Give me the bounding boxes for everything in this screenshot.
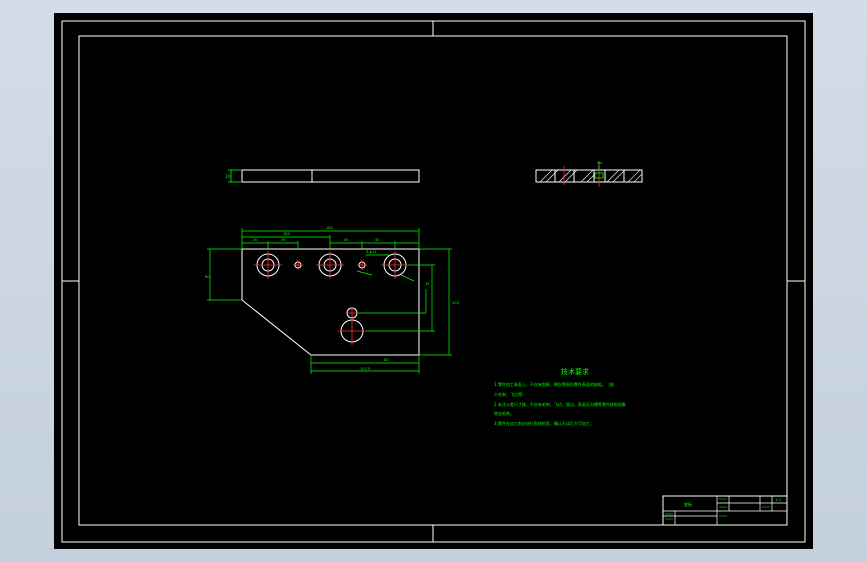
- center-marks: [62, 21, 805, 542]
- dim-100: 100: [452, 301, 460, 305]
- tech-note-4: 除去毛刺。: [494, 410, 514, 416]
- sheet-outer-border: [61, 20, 806, 543]
- part-name: 底板: [684, 501, 692, 507]
- tech-note-2: 少毛刺、飞边等）: [494, 391, 526, 397]
- top-view: 10: [225, 169, 420, 183]
- dim-overall-width: 160: [326, 226, 334, 230]
- title-block: 底板 1:1: [662, 495, 788, 526]
- dim-55: 55: [281, 238, 286, 242]
- tech-note-1: 1.零件加工表面上，不应有划痕、擦伤等损伤零件表面的缺陷。（缺: [494, 381, 614, 387]
- dim-40: 40: [344, 238, 349, 242]
- section-view: [535, 161, 643, 187]
- tech-note-3: 2.未注公差尺寸按，不应有毛刺、飞边、锐边，表面无沟槽等零件缺陷现象: [494, 401, 626, 407]
- dim-bottom: 107.5: [360, 367, 370, 371]
- scale-value: 1:1: [775, 497, 782, 502]
- dim-20: 20: [253, 238, 258, 242]
- dim-35: 35: [425, 282, 430, 286]
- drawing-canvas: 10 160 180 20 55 40 45 3-φ12 60 100 35 8…: [61, 20, 806, 543]
- thickness-dim: 10: [225, 174, 231, 179]
- dim-45: 45: [375, 238, 380, 242]
- tech-note-5: 3.零件在加工前应进行划线检验，确认无误后方可加工。: [494, 420, 594, 426]
- tech-requirements: 技术要求 1.零件加工表面上，不应有划痕、擦伤等损伤零件表面的缺陷。（缺 少毛刺…: [494, 367, 626, 426]
- front-view: 160 180 20 55 40 45 3-φ12 60 100 35 82 1…: [205, 226, 460, 374]
- dim-holes: 3-φ12: [366, 250, 377, 254]
- sheet-inner-border: [78, 35, 788, 526]
- dim-82: 82: [384, 358, 389, 362]
- dim-180: 180: [283, 232, 291, 236]
- cad-viewport[interactable]: 10 160 180 20 55 40 45 3-φ12 60 100 35 8…: [54, 13, 813, 549]
- dim-60: 60: [205, 275, 210, 279]
- tech-title: 技术要求: [561, 367, 589, 376]
